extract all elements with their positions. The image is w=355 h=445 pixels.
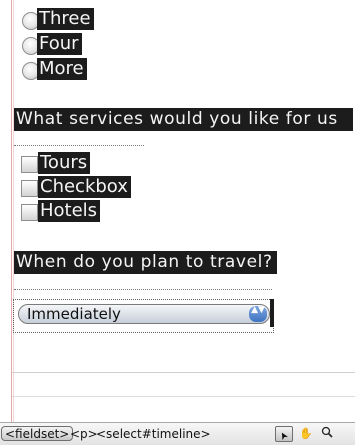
checkbox-tours[interactable] [21, 156, 38, 173]
form-divider [12, 372, 355, 373]
services-question: What services would you like for us [14, 108, 353, 131]
timeline-select-value: Immediately [27, 305, 121, 323]
margin-guide [11, 0, 12, 422]
tag-p[interactable]: <p> [70, 427, 98, 441]
tag-fieldset[interactable]: <fieldset> [1, 426, 74, 441]
magnifier-icon [321, 426, 333, 438]
checkbox-checkbox[interactable] [21, 180, 38, 197]
paragraph-boundary [14, 289, 272, 290]
tag-select-timeline[interactable]: <select#timeline> [96, 427, 211, 441]
checkbox-label-tours: Tours [38, 152, 91, 174]
form-divider [12, 396, 355, 397]
checkbox-label-hotels: Hotels [38, 200, 101, 222]
margin-guide-inner [13, 0, 14, 422]
travel-question: When do you plan to travel? [14, 251, 277, 274]
timeline-select[interactable]: Immediately ▲▼ [18, 304, 270, 324]
design-canvas[interactable]: Three Four More What services would you … [0, 0, 355, 422]
checkbox-label-checkbox: Checkbox [38, 176, 131, 198]
zoom-icon[interactable] [318, 426, 336, 442]
tag-selector-bar: <fieldset> <p> <select#timeline> ➤ ✋ [0, 422, 355, 445]
select-arrows-icon: ▲▼ [249, 306, 267, 322]
radio-label-more: More [37, 58, 87, 80]
radio-label-four: Four [37, 33, 82, 55]
radio-label-three: Three [37, 8, 94, 30]
checkbox-hotels[interactable] [21, 204, 38, 221]
pointer-icon[interactable]: ➤ [275, 426, 293, 442]
hand-icon[interactable]: ✋ [297, 426, 315, 442]
paragraph-boundary [14, 145, 144, 146]
selection-marker [270, 299, 274, 327]
